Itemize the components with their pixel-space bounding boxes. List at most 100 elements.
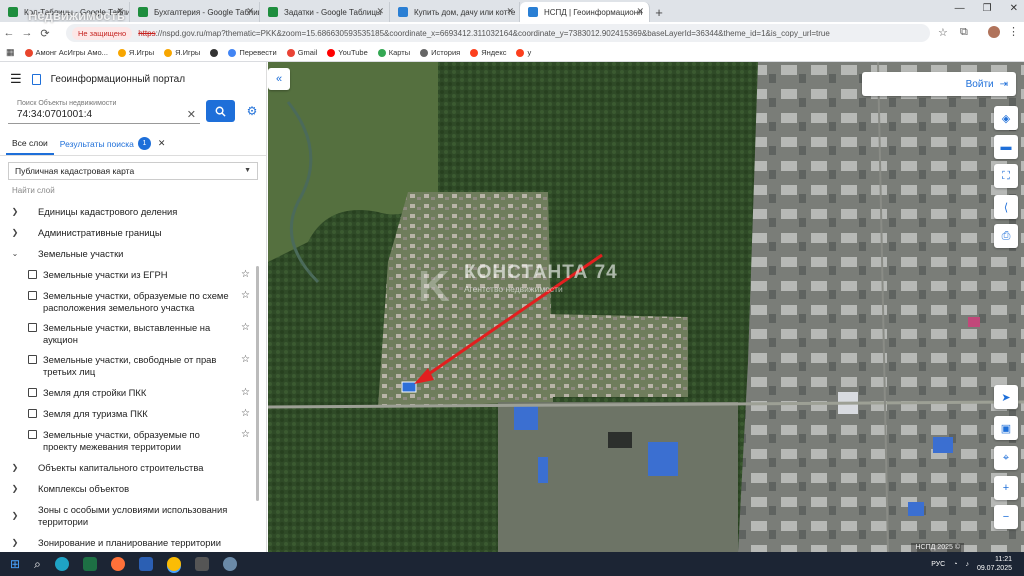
layer-item[interactable]: Земельные участки, образуемые по схеме р… bbox=[0, 290, 258, 314]
chevron-right-icon[interactable]: ❯ bbox=[8, 462, 22, 474]
layer-group-admin-boundaries[interactable]: ❯ Административные границы bbox=[0, 227, 258, 239]
close-icon[interactable]: ✕ bbox=[506, 6, 514, 17]
apps-grid-icon[interactable]: ▦ bbox=[6, 47, 15, 58]
close-results-icon[interactable]: ✕ bbox=[158, 138, 166, 149]
menu-kebab-icon[interactable]: ⋮ bbox=[1008, 25, 1019, 38]
select-area-button[interactable]: ⛶ bbox=[994, 164, 1018, 188]
layer-checkbox[interactable] bbox=[28, 270, 37, 279]
bookmark-item[interactable] bbox=[210, 48, 219, 57]
collapse-sidebar-button[interactable]: « bbox=[268, 68, 290, 90]
layer-group-complexes[interactable]: ❯ Комплексы объектов bbox=[0, 483, 258, 495]
layer-item[interactable]: Земельные участки, свободные от прав тре… bbox=[0, 354, 258, 378]
layer-item[interactable]: Земельные участки, образуемые по проекту… bbox=[0, 429, 258, 453]
browser-tab-3[interactable]: Задатки - Google Таблицы ✕ bbox=[260, 2, 390, 22]
back-icon[interactable]: ← bbox=[0, 27, 18, 39]
find-layer-input[interactable]: Найти слой bbox=[12, 186, 55, 195]
chevron-down-icon[interactable]: ⌄ bbox=[8, 248, 22, 260]
bookmark-star-icon[interactable]: ☆ bbox=[938, 26, 948, 39]
bookmark-item[interactable]: Перевести bbox=[228, 48, 277, 57]
calculator-icon[interactable] bbox=[194, 557, 209, 571]
filter-settings-button[interactable]: ⚙ bbox=[241, 100, 263, 122]
clock[interactable]: 11:21 09.07.2025 bbox=[977, 555, 1012, 573]
favorite-star-icon[interactable]: ☆ bbox=[241, 290, 250, 302]
layer-item[interactable]: Земля для стройки ПКК ☆ bbox=[0, 387, 258, 399]
search-icon[interactable]: ⌕ bbox=[34, 557, 41, 572]
windows-start-icon[interactable]: ⊞ bbox=[10, 557, 20, 571]
clear-icon[interactable]: ✕ bbox=[187, 108, 196, 121]
chevron-right-icon[interactable]: ❯ bbox=[8, 537, 22, 549]
minimize-icon[interactable]: — bbox=[955, 3, 965, 14]
browser-tab-4[interactable]: Купить дом, дачу или котте ✕ bbox=[390, 2, 520, 22]
tab-search-results[interactable]: Результаты поиска 1 ✕ bbox=[54, 132, 172, 155]
layer-group-land-plots[interactable]: ⌄ Земельные участки bbox=[0, 248, 258, 260]
browser-tab-5[interactable]: НСПД | Геоинформационн ✕ bbox=[520, 2, 650, 22]
layer-checkbox[interactable] bbox=[28, 430, 37, 439]
layer-item[interactable]: Земельные участки из ЕГРН ☆ bbox=[0, 269, 258, 281]
layer-group-capital-objects[interactable]: ❯ Объекты капитального строительства bbox=[0, 462, 258, 474]
bookmark-item[interactable]: Gmail bbox=[286, 48, 317, 57]
layer-item[interactable]: Земля для туризма ПКК ☆ bbox=[0, 408, 258, 420]
close-icon[interactable]: ✕ bbox=[376, 6, 384, 17]
reload-icon[interactable]: ⟳ bbox=[36, 27, 54, 40]
satellite-map[interactable]: K КОНСТАНТА 74 Агентство недвижимости « … bbox=[268, 62, 1024, 552]
not-secure-badge[interactable]: Не защищено bbox=[72, 26, 133, 40]
chrome-icon[interactable] bbox=[166, 557, 181, 571]
bookmark-item[interactable]: Я.Игры bbox=[164, 48, 200, 57]
bookmark-item[interactable]: Яндекс bbox=[470, 48, 506, 57]
search-input[interactable]: Поиск Объекты недвижимости 74:34:0701001… bbox=[8, 100, 200, 124]
close-icon[interactable]: ✕ bbox=[636, 6, 644, 17]
search-button[interactable] bbox=[206, 100, 235, 122]
favorite-star-icon[interactable]: ☆ bbox=[241, 408, 250, 420]
firefox-icon[interactable] bbox=[110, 557, 125, 571]
basemap-switch-button[interactable]: ▣ bbox=[994, 416, 1018, 440]
bookmark-item[interactable]: YouTube bbox=[327, 48, 368, 57]
tab-all-layers[interactable]: Все слои bbox=[6, 132, 54, 155]
zoom-out-button[interactable]: − bbox=[994, 505, 1018, 529]
edge-icon[interactable] bbox=[54, 557, 69, 571]
extensions-icon[interactable]: ⧉ bbox=[960, 26, 968, 39]
bookmark-item[interactable]: Амонг АсИгры Амо... bbox=[24, 48, 108, 57]
url-field[interactable]: Не защищено https://nspd.gov.ru/map?them… bbox=[66, 24, 930, 42]
layer-checkbox[interactable] bbox=[28, 409, 37, 418]
bookmark-item[interactable]: y bbox=[516, 48, 531, 57]
geolocation-button[interactable]: ⌖ bbox=[994, 446, 1018, 470]
volume-icon[interactable]: ♪ bbox=[965, 561, 969, 568]
layer-checkbox[interactable] bbox=[28, 323, 37, 332]
keyboard-language[interactable]: РУС bbox=[931, 561, 945, 568]
profile-avatar[interactable] bbox=[988, 26, 1000, 38]
layer-group-cadastral-units[interactable]: ❯ Единицы кадастрового деления bbox=[0, 206, 258, 218]
favorite-star-icon[interactable]: ☆ bbox=[241, 429, 250, 441]
login-button[interactable]: Войти ⇥ bbox=[862, 72, 1016, 96]
basemap-select[interactable]: Публичная кадастровая карта ▼ bbox=[8, 162, 258, 180]
locate-me-button[interactable]: ➤ bbox=[994, 385, 1018, 409]
layer-group-special-zones[interactable]: ❯ Зоны с особыми условиями использования … bbox=[0, 504, 258, 528]
chevron-right-icon[interactable]: ❯ bbox=[8, 206, 22, 218]
layer-group-zoning[interactable]: ❯ Зонирование и планирование территории bbox=[0, 537, 258, 549]
layer-checkbox[interactable] bbox=[28, 291, 37, 300]
excel-icon[interactable] bbox=[82, 557, 97, 571]
favorite-star-icon[interactable]: ☆ bbox=[241, 269, 250, 281]
share-button[interactable]: ⟨ bbox=[994, 195, 1018, 219]
layer-checkbox[interactable] bbox=[28, 355, 37, 364]
forward-icon[interactable]: → bbox=[18, 27, 36, 39]
zoom-in-button[interactable]: + bbox=[994, 476, 1018, 500]
close-icon[interactable]: ✕ bbox=[246, 6, 254, 17]
app-icon[interactable] bbox=[222, 557, 237, 571]
favorite-star-icon[interactable]: ☆ bbox=[241, 387, 250, 399]
close-window-icon[interactable]: ✕ bbox=[1010, 3, 1018, 14]
favorite-star-icon[interactable]: ☆ bbox=[241, 354, 250, 366]
bookmark-item[interactable]: Карты bbox=[377, 48, 410, 57]
ruler-button[interactable]: ▬ bbox=[994, 135, 1018, 159]
hamburger-menu-icon[interactable]: ☰ bbox=[10, 71, 22, 87]
bookmark-item[interactable]: История bbox=[420, 48, 460, 57]
browser-tab-2[interactable]: Бухгалтерия - Google Таблиц ✕ bbox=[130, 2, 260, 22]
chevron-right-icon[interactable]: ❯ bbox=[8, 227, 22, 239]
print-button[interactable]: ⎙ bbox=[994, 224, 1018, 248]
layers-button[interactable]: ◈ bbox=[994, 106, 1018, 130]
favorite-star-icon[interactable]: ☆ bbox=[241, 322, 250, 334]
word-icon[interactable] bbox=[138, 557, 153, 571]
sidebar-scrollbar[interactable] bbox=[256, 266, 259, 501]
layer-item[interactable]: Земельные участки, выставленные на аукци… bbox=[0, 322, 258, 346]
layer-checkbox[interactable] bbox=[28, 388, 37, 397]
new-tab-button[interactable]: + bbox=[650, 2, 668, 22]
